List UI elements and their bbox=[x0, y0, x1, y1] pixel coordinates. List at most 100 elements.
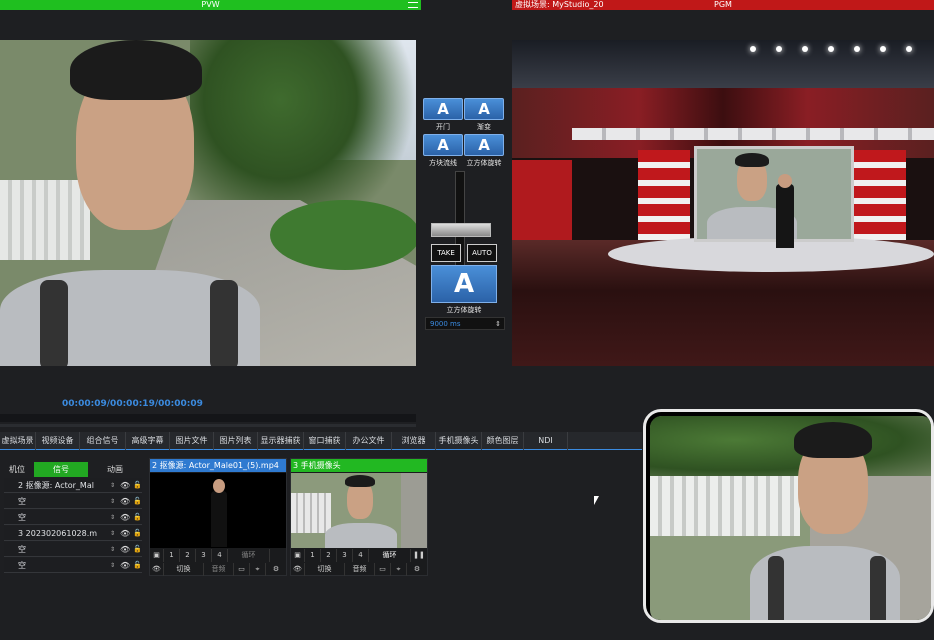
transition-label: 渐变 bbox=[477, 123, 491, 131]
list-item[interactable]: 空 ⇕ 👁 🔓 bbox=[4, 510, 142, 525]
slot-3-button[interactable]: 3 bbox=[337, 549, 353, 562]
spinner-icon[interactable]: ⇕ bbox=[110, 558, 115, 573]
tab-composite[interactable]: 组合信号 bbox=[80, 432, 126, 450]
slot-icon[interactable]: ▣ bbox=[291, 549, 305, 562]
column-animation[interactable]: 动画 bbox=[88, 462, 142, 477]
timeline-track[interactable] bbox=[0, 414, 416, 422]
card-controls: ▣ 1 2 3 4 循环 ❚❚ bbox=[291, 549, 427, 562]
eye-icon[interactable]: 👁 bbox=[120, 494, 130, 509]
eye-icon[interactable]: 👁 bbox=[291, 563, 305, 576]
pin-icon[interactable]: ⌖ bbox=[250, 563, 266, 576]
spinner-icon[interactable]: ⇕ bbox=[110, 494, 115, 509]
card-thumbnail bbox=[150, 473, 286, 548]
list-item-label: 空 bbox=[18, 561, 26, 570]
monitor-icon[interactable]: ▭ bbox=[375, 563, 391, 576]
current-transition-label: 立方体旋转 bbox=[446, 306, 482, 314]
eye-icon[interactable]: 👁 bbox=[120, 510, 130, 525]
card-title: 3 手机摄像头 bbox=[291, 459, 427, 472]
transition-open-door-button[interactable]: A bbox=[423, 98, 463, 120]
transition-label: 开门 bbox=[436, 123, 450, 131]
list-item[interactable]: 空 ⇕ 👁 🔓 bbox=[4, 494, 142, 509]
column-signal[interactable]: 信号 bbox=[34, 462, 88, 477]
switch-button[interactable]: 切换 bbox=[305, 563, 345, 576]
menu-icon[interactable] bbox=[408, 2, 418, 8]
list-item[interactable]: 空 ⇕ 👁 🔓 bbox=[4, 542, 142, 557]
slot-4-button[interactable]: 4 bbox=[353, 549, 369, 562]
card-title: 2 抠像源: Actor_Male01_(5).mp4 bbox=[150, 459, 286, 472]
list-item-label: 2 抠像源: Actor_Mal bbox=[18, 481, 94, 490]
spinner-icon[interactable]: ⇕ bbox=[110, 526, 115, 541]
monitor-icon[interactable]: ▭ bbox=[234, 563, 250, 576]
eye-icon[interactable]: 👁 bbox=[120, 542, 130, 557]
source-card-phone[interactable]: 3 手机摄像头 ▣ 1 2 3 4 循环 ❚❚ 👁 切换 音频 ▭ ⌖ ⚙ bbox=[290, 458, 428, 576]
slot-icon[interactable]: ▣ bbox=[150, 549, 164, 562]
tab-phone-camera[interactable]: 手机摄像头 bbox=[436, 432, 482, 450]
tab-color-layer[interactable]: 颜色图层 bbox=[482, 432, 524, 450]
audio-button[interactable]: 音频 bbox=[345, 563, 375, 576]
spinner-icon[interactable]: ⇕ bbox=[110, 542, 115, 557]
gear-icon[interactable]: ⚙ bbox=[266, 563, 286, 576]
transition-block-flow-button[interactable]: A bbox=[423, 134, 463, 156]
audio-button[interactable]: 音频 bbox=[204, 563, 234, 576]
list-item[interactable]: 空 ⇕ 👁 🔓 bbox=[4, 558, 142, 573]
tab-office-file[interactable]: 办公文件 bbox=[346, 432, 392, 450]
pin-icon[interactable]: ⌖ bbox=[391, 563, 407, 576]
eye-icon[interactable]: 👁 bbox=[120, 526, 130, 541]
pvw-label: PVW bbox=[201, 0, 220, 9]
transition-label: 立方体旋转 bbox=[466, 159, 502, 167]
eye-icon[interactable]: 👁 bbox=[120, 558, 130, 573]
lock-icon[interactable]: 🔓 bbox=[133, 526, 142, 541]
auto-button[interactable]: AUTO bbox=[467, 244, 497, 262]
current-transition-button[interactable]: A bbox=[431, 265, 497, 303]
tab-window-capture[interactable]: 窗口捕获 bbox=[304, 432, 346, 450]
list-item-label: 空 bbox=[18, 545, 26, 554]
list-item[interactable]: 2 抠像源: Actor_Mal ⇕ 👁 🔓 bbox=[4, 478, 142, 493]
tab-image-file[interactable]: 图片文件 bbox=[170, 432, 214, 450]
lock-icon[interactable]: 🔓 bbox=[133, 478, 142, 493]
card-actions: 👁 切换 音频 ▭ ⌖ ⚙ bbox=[150, 563, 286, 576]
timeline-scrollbar[interactable] bbox=[0, 424, 416, 427]
switch-button[interactable]: 切换 bbox=[164, 563, 204, 576]
card-thumbnail bbox=[291, 473, 427, 548]
gear-icon[interactable]: ⚙ bbox=[407, 563, 427, 576]
transition-label: 方块流线 bbox=[429, 159, 457, 167]
eye-icon[interactable]: 👁 bbox=[150, 563, 164, 576]
source-tabs: 虚拟场景 视频设备 组合信号 高级字幕 图片文件 图片列表 显示器捕获 窗口捕获… bbox=[0, 432, 642, 450]
transition-fade-button[interactable]: A bbox=[464, 98, 504, 120]
pause-icon[interactable]: ❚❚ bbox=[411, 549, 427, 562]
slot-2-button[interactable]: 2 bbox=[321, 549, 337, 562]
spinner-icon[interactable]: ⇕ bbox=[110, 510, 115, 525]
tab-video-device[interactable]: 视频设备 bbox=[36, 432, 80, 450]
column-camera[interactable]: 机位 bbox=[0, 462, 34, 477]
transition-panel: A A 开门 渐变 A A 方块流线 立方体旋转 TAKE AUTO A 立方体… bbox=[421, 93, 507, 333]
spinner-icon[interactable]: ⇕ bbox=[495, 318, 501, 330]
slot-4-button[interactable]: 4 bbox=[212, 549, 228, 562]
tbar-handle[interactable] bbox=[431, 223, 491, 237]
duration-field[interactable]: 9000 ms ⇕ bbox=[425, 317, 505, 330]
eye-icon[interactable]: 👁 bbox=[120, 478, 130, 493]
list-item-label: 3 202302061028.m bbox=[18, 529, 98, 538]
list-item-label: 空 bbox=[18, 497, 26, 506]
slot-1-button[interactable]: 1 bbox=[164, 549, 180, 562]
lock-icon[interactable]: 🔓 bbox=[133, 494, 142, 509]
lock-icon[interactable]: 🔓 bbox=[133, 542, 142, 557]
lock-icon[interactable]: 🔓 bbox=[133, 558, 142, 573]
list-item[interactable]: 3 202302061028.m ⇕ 👁 🔓 bbox=[4, 526, 142, 541]
slot-3-button[interactable]: 3 bbox=[196, 549, 212, 562]
tab-display-capture[interactable]: 显示器捕获 bbox=[258, 432, 304, 450]
loop-button[interactable]: 循环 bbox=[369, 549, 411, 562]
slot-1-button[interactable]: 1 bbox=[305, 549, 321, 562]
tab-browser[interactable]: 浏览器 bbox=[392, 432, 436, 450]
lock-icon[interactable]: 🔓 bbox=[133, 510, 142, 525]
tab-ndi[interactable]: NDI bbox=[524, 432, 568, 450]
tab-titles[interactable]: 高级字幕 bbox=[126, 432, 170, 450]
spinner-icon[interactable]: ⇕ bbox=[110, 478, 115, 493]
loop-button[interactable]: 循环 bbox=[228, 549, 270, 562]
take-button[interactable]: TAKE bbox=[431, 244, 461, 262]
slot-2-button[interactable]: 2 bbox=[180, 549, 196, 562]
tab-image-list[interactable]: 图片列表 bbox=[214, 432, 258, 450]
card-actions: 👁 切换 音频 ▭ ⌖ ⚙ bbox=[291, 563, 427, 576]
transition-cube-rotate-button[interactable]: A bbox=[464, 134, 504, 156]
tab-virtual-scene[interactable]: 虚拟场景 bbox=[0, 432, 36, 450]
source-card-keyer[interactable]: 2 抠像源: Actor_Male01_(5).mp4 ▣ 1 2 3 4 循环… bbox=[149, 458, 287, 576]
